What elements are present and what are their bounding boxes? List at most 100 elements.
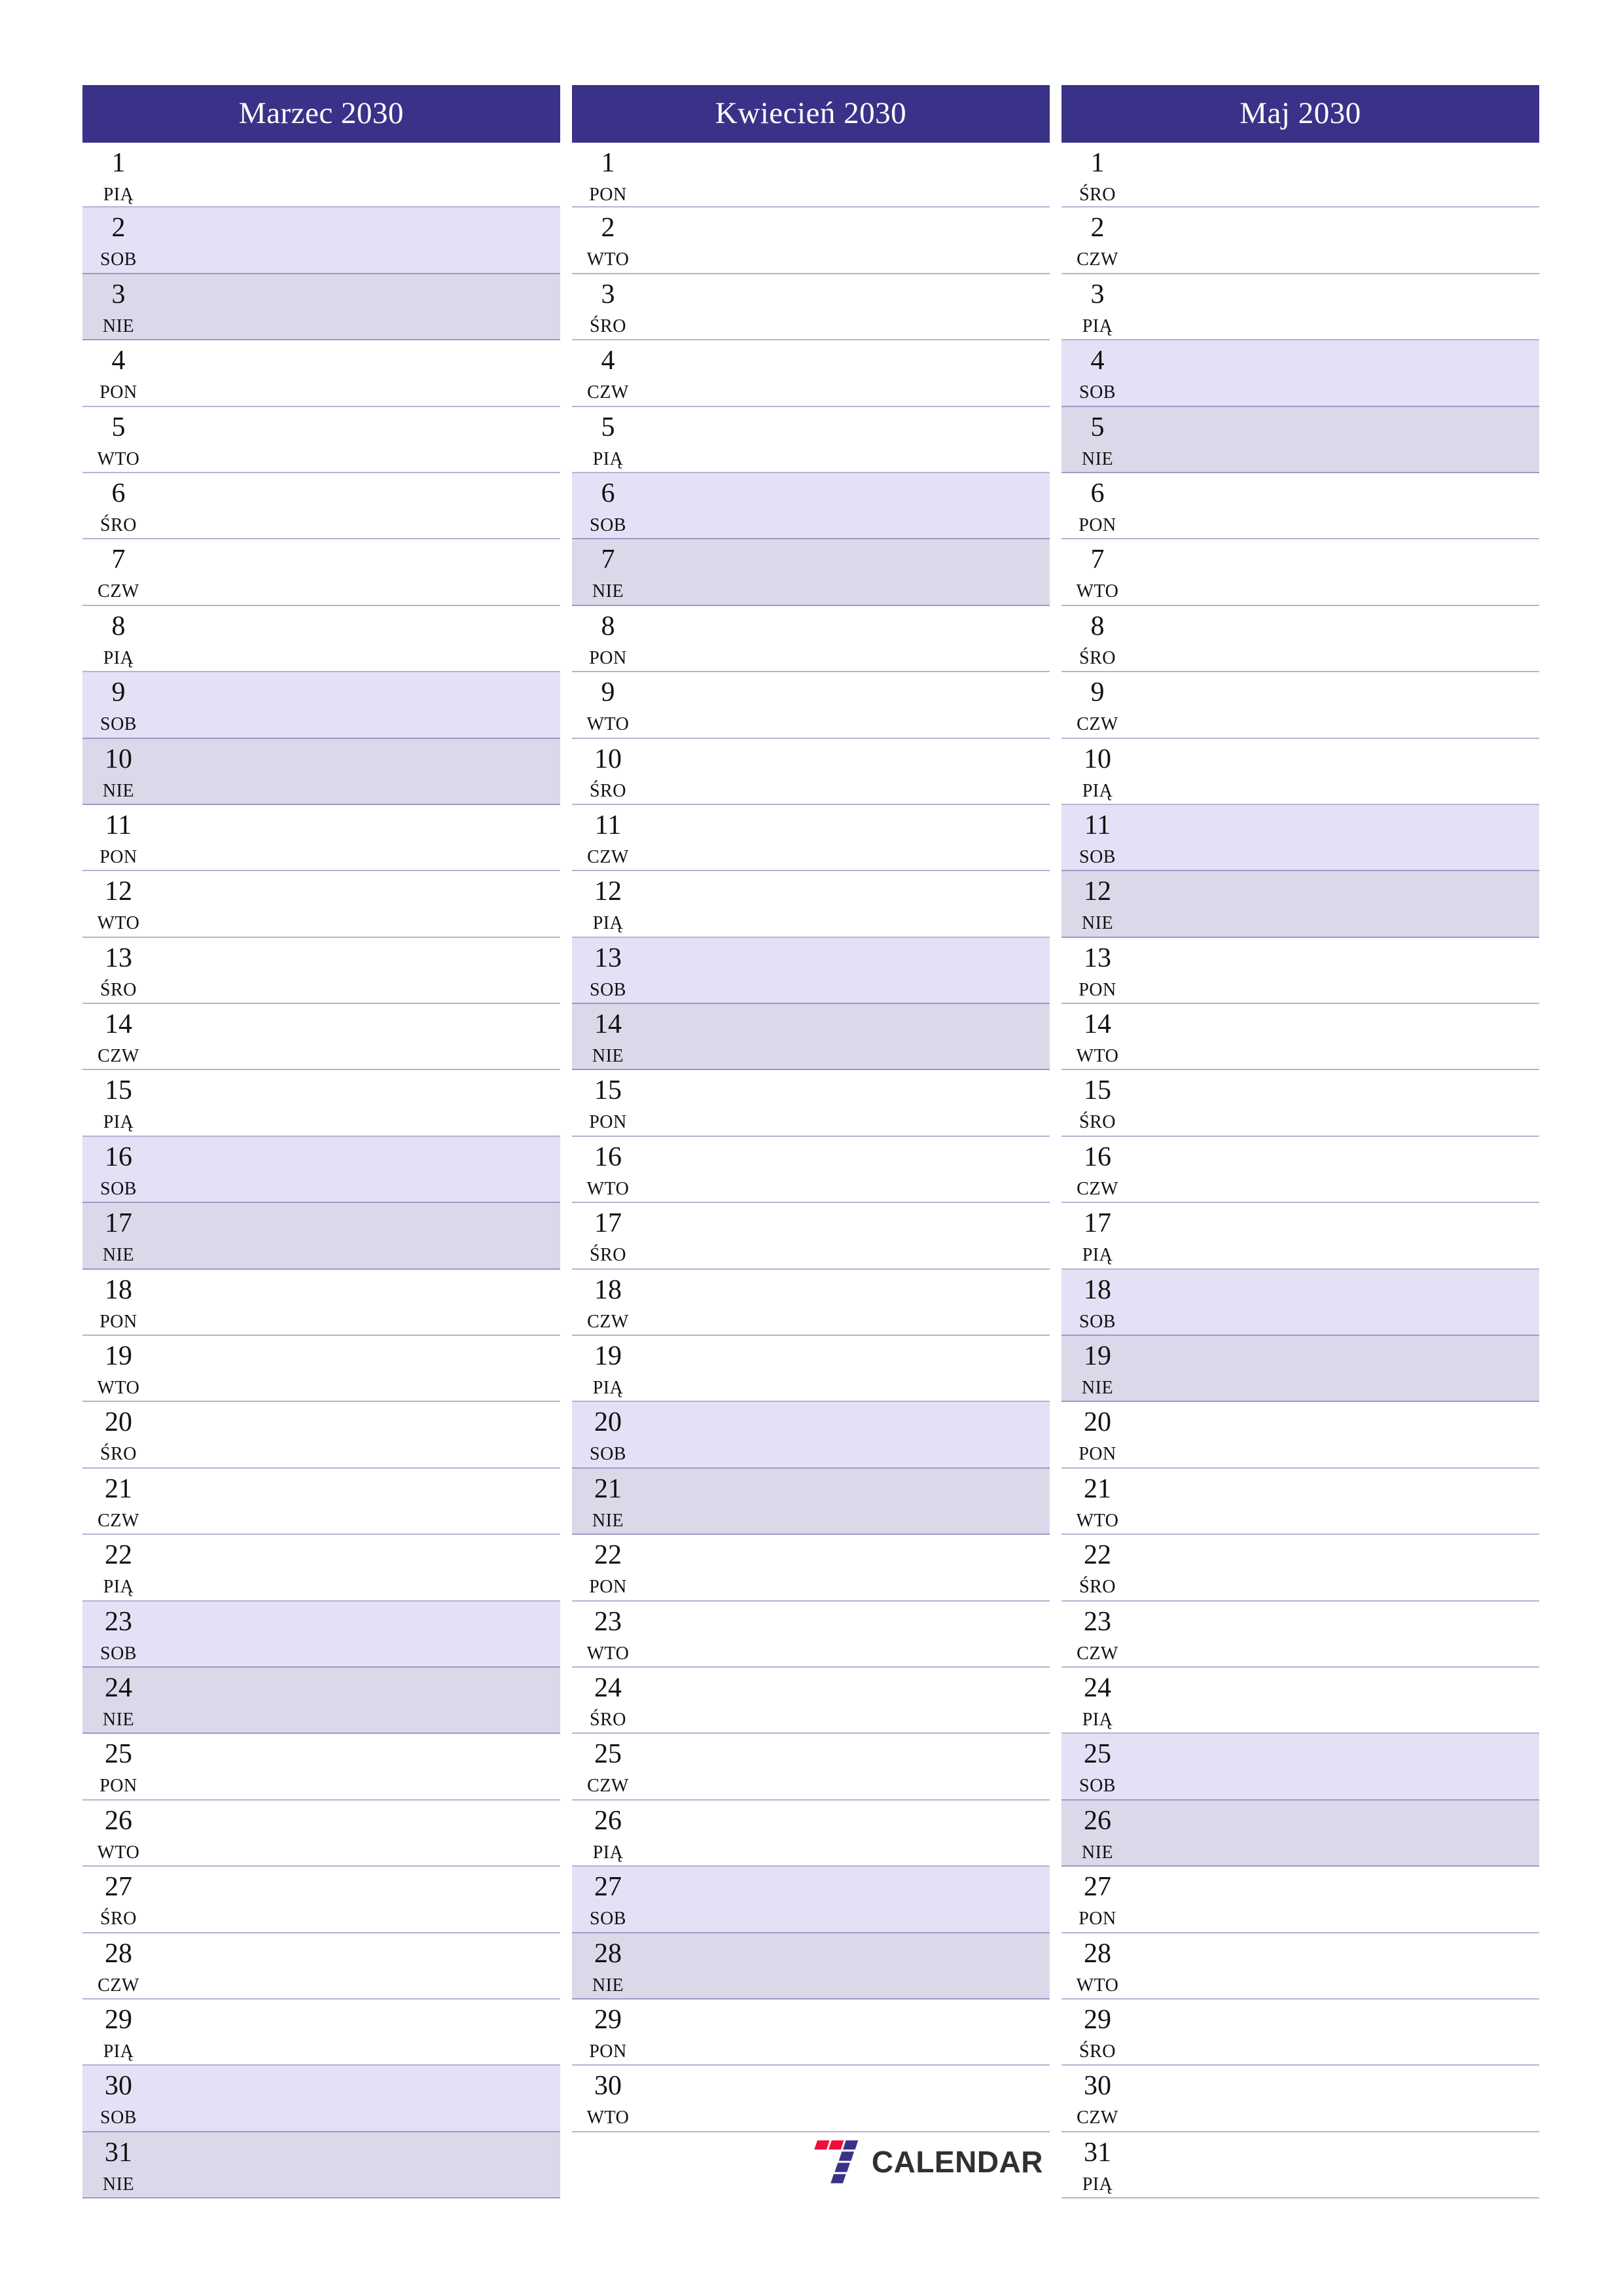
day-row[interactable]: 14 CZW <box>82 1004 560 1071</box>
day-row[interactable]: 4 CZW <box>572 340 1050 407</box>
day-row[interactable]: 10 NIE <box>82 738 560 805</box>
day-row[interactable]: 29 PON <box>572 1999 1050 2066</box>
day-row[interactable]: 20 PON <box>1061 1402 1539 1469</box>
day-row[interactable]: 24 NIE <box>82 1667 560 1734</box>
day-row[interactable]: 21 WTO <box>1061 1468 1539 1535</box>
day-row[interactable]: 21 NIE <box>572 1468 1050 1535</box>
day-row[interactable]: 12 PIĄ <box>572 871 1050 938</box>
day-row[interactable]: 4 SOB <box>1061 340 1539 407</box>
day-row[interactable]: 14 WTO <box>1061 1004 1539 1071</box>
day-abbreviation: ŚRO <box>100 514 137 535</box>
day-abbreviation: ŚRO <box>590 1245 626 1266</box>
day-row[interactable]: 2 SOB <box>82 207 560 274</box>
day-row[interactable]: 31 NIE <box>82 2132 560 2199</box>
day-row[interactable]: 4 PON <box>82 340 560 407</box>
day-row[interactable]: 22 PIĄ <box>82 1535 560 1602</box>
day-row[interactable]: 19 WTO <box>82 1336 560 1403</box>
day-row[interactable]: 9 WTO <box>572 672 1050 739</box>
day-row[interactable]: 20 SOB <box>572 1402 1050 1469</box>
day-row[interactable]: 31 PIĄ <box>1061 2132 1539 2199</box>
day-row[interactable]: 3 PIĄ <box>1061 274 1539 341</box>
day-row[interactable]: 11 PON <box>82 804 560 872</box>
day-row[interactable]: 1 PIĄ <box>82 141 560 208</box>
day-row[interactable]: 25 SOB <box>1061 1734 1539 1801</box>
day-row[interactable]: 24 ŚRO <box>572 1667 1050 1734</box>
day-row[interactable]: 20 ŚRO <box>82 1402 560 1469</box>
day-row[interactable]: 13 SOB <box>572 937 1050 1005</box>
day-row[interactable]: 12 WTO <box>82 871 560 938</box>
day-row[interactable]: 23 SOB <box>82 1601 560 1668</box>
day-row[interactable]: 22 ŚRO <box>1061 1535 1539 1602</box>
day-row[interactable]: 30 CZW <box>1061 2066 1539 2132</box>
day-row[interactable]: 2 CZW <box>1061 207 1539 274</box>
day-row[interactable]: 5 WTO <box>82 406 560 473</box>
day-row[interactable]: 18 SOB <box>1061 1269 1539 1336</box>
day-row[interactable]: 15 PIĄ <box>82 1070 560 1137</box>
day-row[interactable]: 29 ŚRO <box>1061 1999 1539 2066</box>
day-row[interactable]: 1 ŚRO <box>1061 141 1539 208</box>
day-row[interactable]: 17 PIĄ <box>1061 1203 1539 1270</box>
day-row[interactable]: 27 SOB <box>572 1867 1050 1933</box>
day-row[interactable]: 8 PIĄ <box>82 605 560 673</box>
day-row[interactable]: 28 NIE <box>572 1933 1050 2000</box>
day-row[interactable]: 25 PON <box>82 1734 560 1801</box>
day-row[interactable]: 21 CZW <box>82 1468 560 1535</box>
day-row[interactable]: 19 NIE <box>1061 1336 1539 1403</box>
day-abbreviation: WTO <box>97 913 140 934</box>
day-row[interactable]: 9 SOB <box>82 672 560 739</box>
day-row[interactable]: 23 CZW <box>1061 1601 1539 1668</box>
day-row[interactable]: 19 PIĄ <box>572 1336 1050 1403</box>
day-row[interactable]: 11 CZW <box>572 804 1050 872</box>
day-row[interactable]: 15 PON <box>572 1070 1050 1137</box>
day-row[interactable]: 29 PIĄ <box>82 1999 560 2066</box>
day-row[interactable]: 10 PIĄ <box>1061 738 1539 805</box>
day-row[interactable]: 16 SOB <box>82 1136 560 1204</box>
day-row[interactable]: 12 NIE <box>1061 871 1539 938</box>
day-row[interactable]: 7 CZW <box>82 539 560 606</box>
day-row[interactable]: 10 ŚRO <box>572 738 1050 805</box>
day-abbreviation: PON <box>99 846 137 867</box>
day-row[interactable]: 5 NIE <box>1061 406 1539 473</box>
day-row[interactable]: 13 ŚRO <box>82 937 560 1005</box>
day-number: 27 <box>594 1872 622 1903</box>
day-row[interactable]: 11 SOB <box>1061 804 1539 872</box>
day-row[interactable]: 23 WTO <box>572 1601 1050 1668</box>
day-row[interactable]: 2 WTO <box>572 207 1050 274</box>
day-row[interactable]: 16 CZW <box>1061 1136 1539 1204</box>
day-row[interactable]: 17 NIE <box>82 1203 560 1270</box>
day-row[interactable]: 26 PIĄ <box>572 1800 1050 1867</box>
day-row[interactable]: 13 PON <box>1061 937 1539 1005</box>
day-row[interactable]: 8 ŚRO <box>1061 605 1539 673</box>
day-row[interactable]: 9 CZW <box>1061 672 1539 739</box>
day-row[interactable]: 27 ŚRO <box>82 1867 560 1933</box>
day-number: 5 <box>601 412 615 442</box>
day-number: 29 <box>594 2004 622 2035</box>
day-row[interactable]: 27 PON <box>1061 1867 1539 1933</box>
day-row[interactable]: 3 ŚRO <box>572 274 1050 341</box>
day-row[interactable]: 8 PON <box>572 605 1050 673</box>
day-row[interactable]: 25 CZW <box>572 1734 1050 1801</box>
day-row[interactable]: 5 PIĄ <box>572 406 1050 473</box>
day-row[interactable]: 26 WTO <box>82 1800 560 1867</box>
day-row[interactable]: 6 PON <box>1061 473 1539 540</box>
day-row[interactable]: 15 ŚRO <box>1061 1070 1539 1137</box>
day-row[interactable]: 7 WTO <box>1061 539 1539 606</box>
day-row[interactable]: 30 WTO <box>572 2066 1050 2132</box>
day-row[interactable]: 3 NIE <box>82 274 560 341</box>
day-row[interactable]: 6 ŚRO <box>82 473 560 540</box>
day-row[interactable]: 16 WTO <box>572 1136 1050 1204</box>
day-row[interactable]: 1 PON <box>572 141 1050 208</box>
day-row[interactable]: 26 NIE <box>1061 1800 1539 1867</box>
day-row[interactable]: 18 PON <box>82 1269 560 1336</box>
day-row[interactable]: 17 ŚRO <box>572 1203 1050 1270</box>
day-row[interactable]: 24 PIĄ <box>1061 1667 1539 1734</box>
day-row[interactable]: 6 SOB <box>572 473 1050 540</box>
day-row[interactable]: 18 CZW <box>572 1269 1050 1336</box>
day-row[interactable]: 28 WTO <box>1061 1933 1539 2000</box>
day-row[interactable]: 14 NIE <box>572 1004 1050 1071</box>
day-row[interactable]: 30 SOB <box>82 2066 560 2132</box>
day-row[interactable]: 28 CZW <box>82 1933 560 2000</box>
day-abbreviation: WTO <box>97 1842 140 1863</box>
day-row[interactable]: 7 NIE <box>572 539 1050 606</box>
day-row[interactable]: 22 PON <box>572 1535 1050 1602</box>
